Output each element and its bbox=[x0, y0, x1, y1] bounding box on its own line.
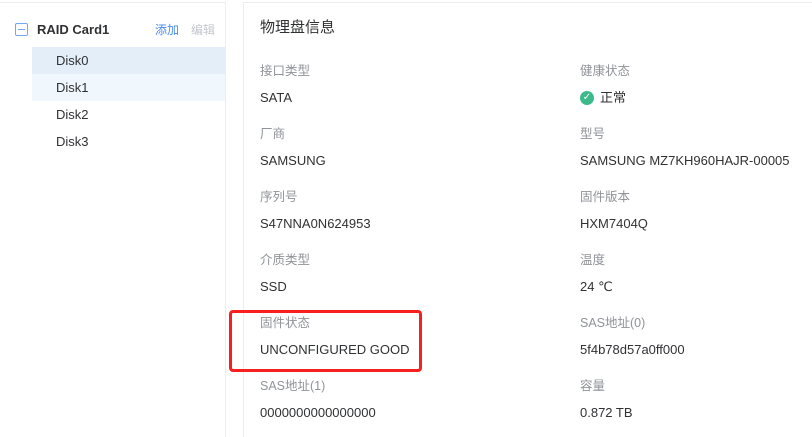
check-circle-icon: ✓ bbox=[580, 91, 594, 105]
collapse-minus-icon[interactable] bbox=[15, 23, 28, 36]
tree-node-raid-card1[interactable]: RAID Card1 添加 编辑 bbox=[0, 15, 225, 43]
field-value: S47NNA0N624953 bbox=[260, 215, 580, 233]
disk-item-disk1[interactable]: Disk1 bbox=[32, 74, 225, 101]
field-label: SAS地址(0) bbox=[580, 315, 798, 332]
field-value: 0000000000000000 bbox=[260, 404, 580, 422]
field-label: 容量 bbox=[580, 378, 798, 395]
field-serial-number: 序列号 S47NNA0N624953 bbox=[260, 189, 580, 233]
field-model: 型号 SAMSUNG MZ7KH960HAJR-00005 bbox=[580, 126, 798, 170]
disk-tree-sidebar: RAID Card1 添加 编辑 Disk0 Disk1 Disk2 Disk3 bbox=[0, 2, 226, 437]
fields-grid: 接口类型 SATA 健康状态 ✓ 正常 厂商 SAMSUNG 型号 SAMSUN… bbox=[260, 63, 798, 422]
field-label: 序列号 bbox=[260, 189, 580, 206]
health-status-text: 正常 bbox=[600, 89, 626, 107]
field-firmware-version: 固件版本 HXM7404Q bbox=[580, 189, 798, 233]
field-sas-address-0: SAS地址(0) 5f4b78d57a0ff000 bbox=[580, 315, 798, 359]
field-value: UNCONFIGURED GOOD bbox=[260, 341, 580, 359]
field-label: 温度 bbox=[580, 252, 798, 269]
field-label: 介质类型 bbox=[260, 252, 580, 269]
field-vendor: 厂商 SAMSUNG bbox=[260, 126, 580, 170]
field-health-status: 健康状态 ✓ 正常 bbox=[580, 63, 798, 107]
field-label: 固件状态 bbox=[260, 315, 580, 332]
field-label: 健康状态 bbox=[580, 63, 798, 80]
field-capacity: 容量 0.872 TB bbox=[580, 378, 798, 422]
field-interface-type: 接口类型 SATA bbox=[260, 63, 580, 107]
field-temperature: 温度 24 ℃ bbox=[580, 252, 798, 296]
field-sas-address-1: SAS地址(1) 0000000000000000 bbox=[260, 378, 580, 422]
physical-disk-page: RAID Card1 添加 编辑 Disk0 Disk1 Disk2 Disk3… bbox=[0, 0, 812, 437]
field-value: SAMSUNG bbox=[260, 152, 580, 170]
panel-title: 物理盘信息 bbox=[260, 17, 798, 39]
field-value: HXM7404Q bbox=[580, 215, 798, 233]
field-media-type: 介质类型 SSD bbox=[260, 252, 580, 296]
field-value: 5f4b78d57a0ff000 bbox=[580, 341, 798, 359]
field-value: 24 ℃ bbox=[580, 278, 798, 296]
field-value: ✓ 正常 bbox=[580, 89, 798, 107]
disk-list: Disk0 Disk1 Disk2 Disk3 bbox=[32, 47, 225, 155]
disk-item-disk2[interactable]: Disk2 bbox=[32, 101, 225, 128]
disk-item-disk3[interactable]: Disk3 bbox=[32, 128, 225, 155]
field-value: SSD bbox=[260, 278, 580, 296]
field-firmware-status: 固件状态 UNCONFIGURED GOOD bbox=[260, 315, 580, 359]
field-label: 型号 bbox=[580, 126, 798, 143]
add-link[interactable]: 添加 bbox=[155, 21, 179, 38]
field-value: SATA bbox=[260, 89, 580, 107]
field-value: SAMSUNG MZ7KH960HAJR-00005 bbox=[580, 152, 798, 170]
field-label: SAS地址(1) bbox=[260, 378, 580, 395]
field-label: 厂商 bbox=[260, 126, 580, 143]
field-value: 0.872 TB bbox=[580, 404, 798, 422]
physical-disk-info-panel: 物理盘信息 接口类型 SATA 健康状态 ✓ 正常 厂商 SAMSUNG 型号 … bbox=[243, 2, 812, 437]
disk-item-disk0[interactable]: Disk0 bbox=[32, 47, 225, 74]
field-label: 固件版本 bbox=[580, 189, 798, 206]
raid-card-label: RAID Card1 bbox=[37, 22, 143, 37]
field-label: 接口类型 bbox=[260, 63, 580, 80]
edit-link[interactable]: 编辑 bbox=[191, 21, 215, 38]
